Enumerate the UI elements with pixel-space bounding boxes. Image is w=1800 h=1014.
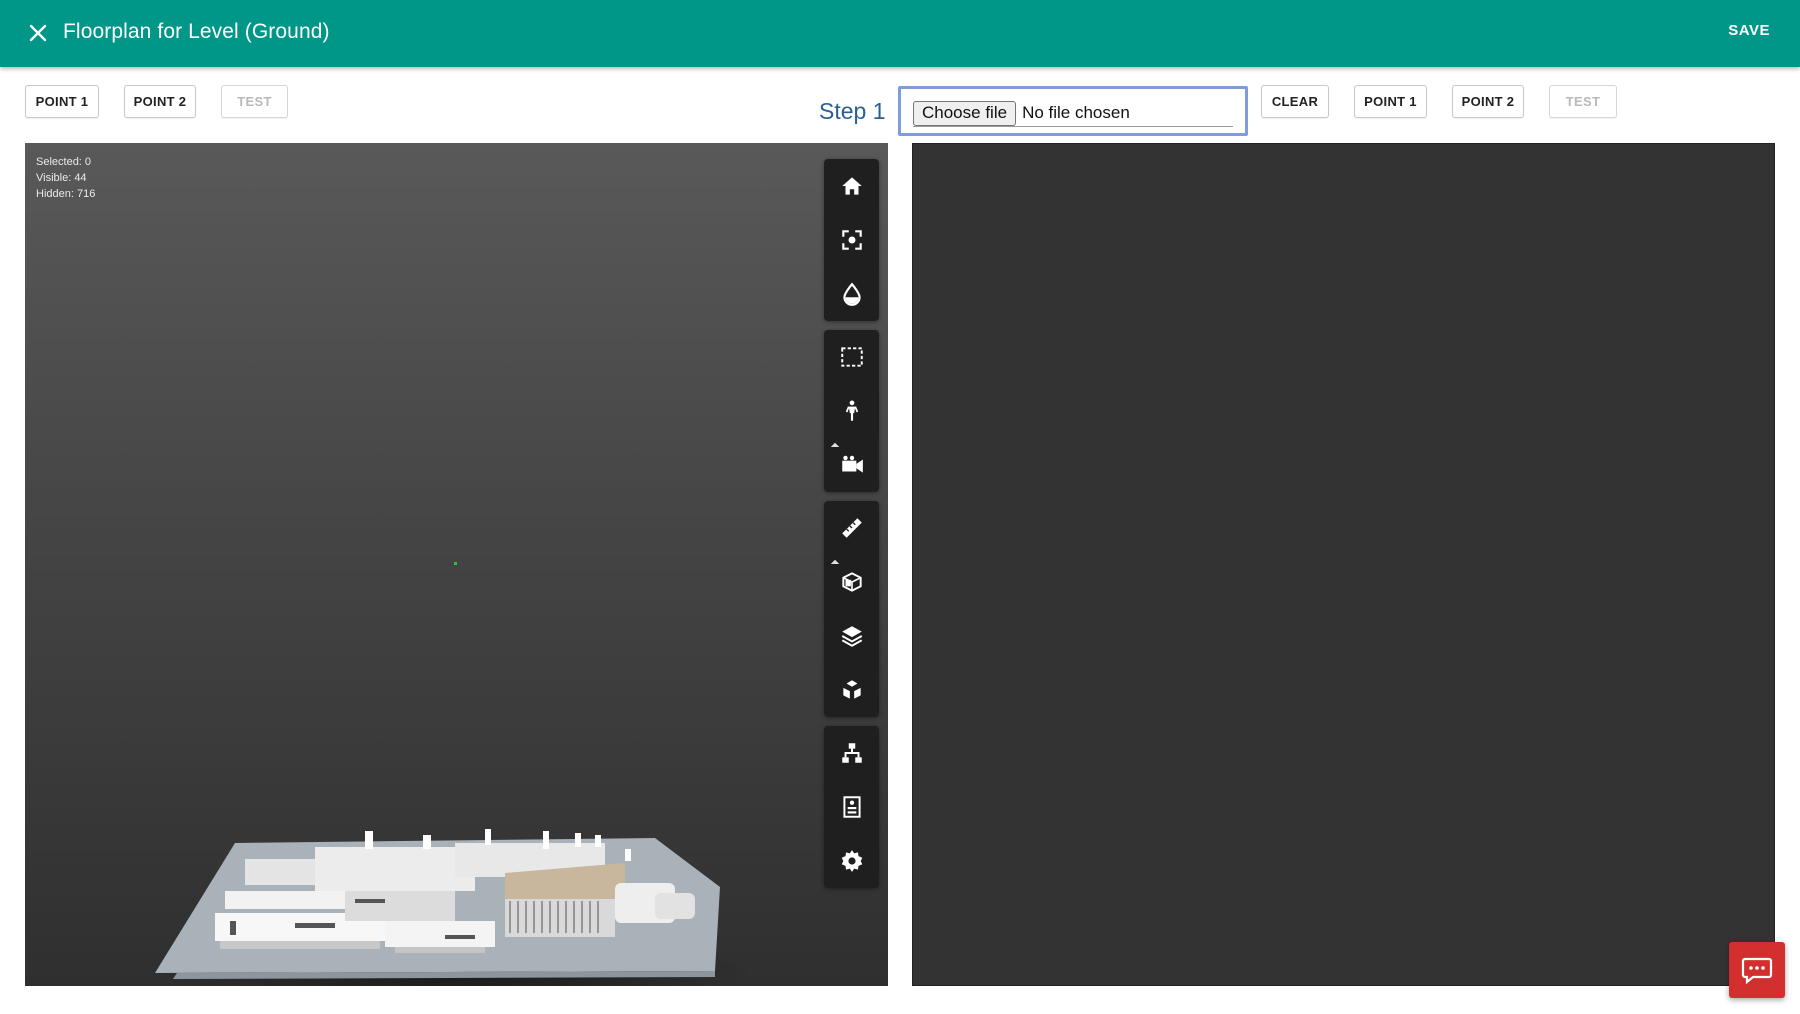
right-point1-button[interactable]: POINT 1: [1354, 85, 1427, 118]
settings-icon[interactable]: [824, 834, 879, 888]
page-title: Floorplan for Level (Ground): [63, 20, 330, 43]
hidden-count: Hidden: 716: [36, 188, 96, 200]
first-person-icon[interactable]: [824, 384, 879, 438]
properties-icon[interactable]: [824, 780, 879, 834]
viewer-stats: Selected: 0 Visible: 44 Hidden: 716: [36, 154, 95, 202]
right-test-button[interactable]: TEST: [1549, 85, 1617, 118]
close-icon[interactable]: [22, 17, 54, 49]
chat-icon[interactable]: [1729, 942, 1785, 998]
selected-count: Selected: 0: [36, 156, 92, 168]
app-header: Floorplan for Level (Ground) SAVE: [0, 0, 1800, 67]
model-viewer[interactable]: Selected: 0 Visible: 44 Hidden: 716: [25, 143, 888, 986]
choose-file-button[interactable]: Choose file: [913, 100, 1017, 126]
view-tools-group: [824, 159, 879, 321]
step-label: Step 1: [819, 98, 886, 124]
section-box-icon[interactable]: [824, 555, 879, 609]
settings-tools-group: [824, 726, 879, 888]
file-status-text: No file chosen: [1022, 103, 1130, 122]
right-point2-button[interactable]: POINT 2: [1452, 85, 1524, 118]
layers-icon[interactable]: [824, 609, 879, 663]
navigation-tools-group: [824, 330, 879, 492]
left-test-button[interactable]: TEST: [221, 85, 288, 118]
camera-icon[interactable]: [824, 438, 879, 492]
model-tree-icon[interactable]: [824, 726, 879, 780]
measure-icon[interactable]: [824, 501, 879, 555]
clear-button[interactable]: CLEAR: [1261, 85, 1329, 118]
render-mode-icon[interactable]: [824, 267, 879, 321]
explode-icon[interactable]: [824, 663, 879, 717]
visible-count: Visible: 44: [36, 172, 87, 184]
box-select-icon[interactable]: [824, 330, 879, 384]
floorplan-canvas[interactable]: [912, 143, 1775, 986]
left-point2-button[interactable]: POINT 2: [124, 85, 196, 118]
file-input-field[interactable]: Choose file No file chosen: [898, 86, 1248, 136]
left-point1-button[interactable]: POINT 1: [25, 85, 99, 118]
fit-view-icon[interactable]: [824, 213, 879, 267]
pivot-marker: [454, 562, 457, 565]
save-button[interactable]: SAVE: [1728, 22, 1770, 39]
building-model: [155, 829, 755, 986]
analysis-tools-group: [824, 501, 879, 717]
home-icon[interactable]: [824, 159, 879, 213]
